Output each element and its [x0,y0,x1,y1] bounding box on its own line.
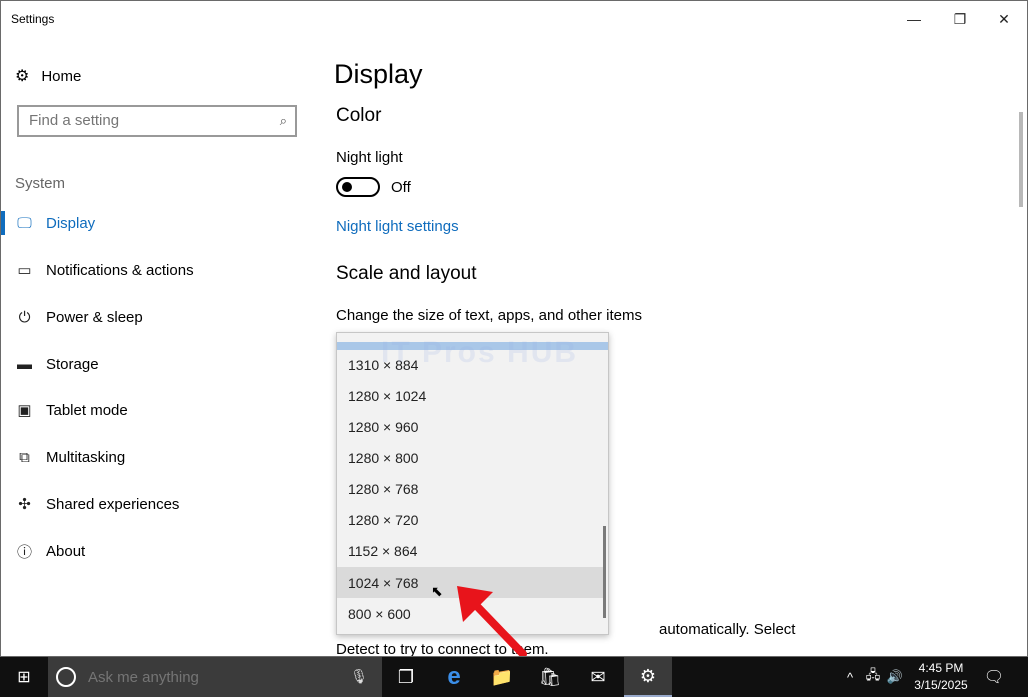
task-view-icon: ❐ [397,666,415,687]
clock-date: 3/15/2025 [914,678,968,692]
search-input[interactable] [29,112,269,129]
toggle-knob [342,182,352,192]
mail-icon: ✉ [590,666,606,687]
window-title: Settings [11,12,55,26]
resolution-option[interactable]: 1280 × 800 [337,442,605,473]
cortana-search-input[interactable] [88,668,338,686]
file-explorer-icon: 📁 [490,666,514,687]
network-tray-button[interactable]: 🖧 [862,657,884,697]
watermark-logo: IT Pros HUB [381,336,579,369]
settings-window: Settings — ❐ ✕ ⚙ Home ⌕ System 🖵 Display… [0,0,1028,657]
scale-layout-heading: Scale and layout [336,263,477,284]
section-label-system: System [15,175,66,192]
notification-icon: ▭ [17,262,32,279]
sidebar-item-shared-experiences[interactable]: ✣ Shared experiences [1,489,319,519]
microphone-icon[interactable]: 🎙 [350,668,368,685]
resolution-option[interactable]: 1280 × 960 [337,411,605,442]
close-button[interactable]: ✕ [981,1,1027,37]
nav-home-label: Home [41,67,82,85]
sidebar-item-notifications[interactable]: ▭ Notifications & actions [1,255,319,285]
network-icon: 🖧 [865,667,881,682]
sidebar-item-power-sleep[interactable]: ⏻ Power & sleep [1,302,319,332]
file-explorer-button[interactable]: 📁 [478,657,526,697]
store-button[interactable]: 🛍 [526,657,574,697]
taskbar-clock[interactable]: 4:45 PM 3/15/2025 [905,660,977,694]
mouse-cursor-icon: ⬉ [431,583,443,599]
active-indicator [1,211,5,235]
red-arrow-annotation [457,586,527,656]
sidebar-item-label: Power & sleep [46,308,143,326]
sidebar-item-label: Tablet mode [46,401,128,419]
sidebar: ⚙ Home ⌕ System 🖵 Display ▭ Notification… [1,37,319,656]
multitasking-icon: ⧉ [19,448,30,466]
sidebar-item-label: About [46,542,86,560]
find-setting-search[interactable]: ⌕ [17,105,297,137]
sidebar-item-label: Storage [46,355,99,373]
action-center-button[interactable]: 🗨 [980,657,1008,697]
nav-home[interactable]: ⚙ Home [15,65,81,87]
page-scrollbar[interactable] [1019,112,1023,207]
show-hidden-icons-button[interactable]: ^ [840,657,860,697]
gear-icon: ⚙ [15,68,30,85]
info-icon: ⓘ [16,543,32,561]
notification-icon: 🗨 [983,669,1005,686]
store-icon: 🛍 [538,666,562,687]
cortana-icon [56,667,76,687]
title-bar: Settings — ❐ ✕ [1,1,1027,37]
cortana-search-box[interactable]: 🎙 [48,657,382,697]
settings-icon: ⚙ [639,665,657,686]
windows-logo-icon: ⊞ [17,669,31,686]
edge-icon: e [447,663,461,690]
night-light-label: Night light [336,149,403,166]
detect-description-line1: automatically. Select [659,621,796,638]
power-icon: ⏻ [18,308,31,326]
sidebar-item-multitasking[interactable]: ⧉ Multitasking [1,442,319,472]
clock-time: 4:45 PM [918,661,964,675]
search-icon[interactable]: ⌕ [280,113,287,129]
resolution-option[interactable]: 1280 × 720 [337,504,605,535]
sidebar-item-label: Display [46,214,96,232]
task-view-button[interactable]: ❐ [382,657,430,697]
sidebar-item-about[interactable]: ⓘ About [1,536,319,566]
restore-button[interactable]: ❐ [937,1,983,37]
night-light-toggle[interactable] [336,177,380,197]
sidebar-item-label: Multitasking [46,448,126,466]
storage-icon: ▬ [17,355,32,373]
minimize-button[interactable]: — [891,1,937,37]
settings-taskbar-button[interactable]: ⚙ [624,657,672,697]
edge-button[interactable]: e [430,657,478,697]
chevron-up-icon: ^ [846,669,854,685]
resolution-option[interactable]: 1280 × 768 [337,473,605,504]
monitor-icon: 🖵 [17,214,32,232]
volume-icon: 🔊 [886,669,904,684]
night-light-state: Off [391,179,411,196]
night-light-settings-link[interactable]: Night light settings [336,218,459,235]
dropdown-scrollbar[interactable] [603,526,606,618]
volume-tray-button[interactable]: 🔊 [884,657,906,697]
sidebar-item-storage[interactable]: ▬ Storage [1,349,319,379]
page-title: Display [334,59,423,89]
resolution-option[interactable]: 1152 × 864 [337,535,605,566]
resolution-option[interactable]: 1280 × 1024 [337,380,605,411]
scale-label: Change the size of text, apps, and other… [336,307,643,324]
tablet-icon: ▣ [17,402,32,419]
start-button[interactable]: ⊞ [0,657,48,697]
sidebar-item-label: Shared experiences [46,495,180,513]
mail-button[interactable]: ✉ [574,657,622,697]
color-heading: Color [336,105,382,126]
taskbar: ⊞ 🎙 ❐ e 📁 🛍 ✉ ⚙ ^ 🖧 🔊 4:45 PM 3/15/2025 … [0,657,1028,697]
sidebar-item-label: Notifications & actions [46,261,194,279]
sidebar-item-tablet-mode[interactable]: ▣ Tablet mode [1,395,319,425]
sidebar-item-display[interactable]: 🖵 Display [1,208,319,238]
share-icon: ✣ [18,496,31,513]
